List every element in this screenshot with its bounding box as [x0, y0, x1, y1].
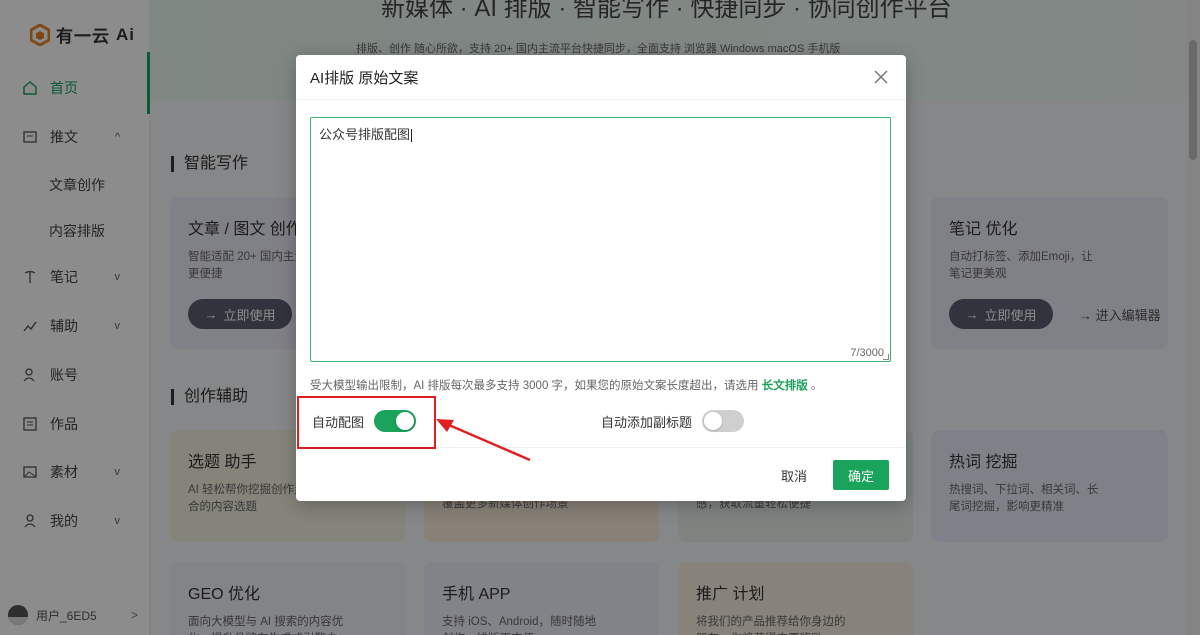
- source-text-input[interactable]: 公众号排版配图 7/3000: [310, 117, 891, 362]
- text-cursor: [411, 129, 413, 143]
- resize-handle-icon[interactable]: [883, 354, 889, 360]
- cancel-button[interactable]: 取消: [766, 460, 822, 490]
- auto-subtitle-toggle[interactable]: [702, 410, 745, 432]
- length-notice: 受大模型输出限制，AI 排版每次最多支持 3000 字，如果您的原始文案长度超出…: [310, 377, 822, 393]
- notice-text: 受大模型输出限制，AI 排版每次最多支持 3000 字，如果您的原始文案长度超出…: [310, 380, 762, 392]
- close-icon[interactable]: [872, 68, 890, 86]
- auto-subtitle-row: 自动添加副标题: [601, 410, 745, 432]
- auto-subtitle-label: 自动添加副标题: [601, 414, 693, 430]
- source-text-value: 公众号排版配图: [319, 127, 411, 142]
- confirm-button[interactable]: 确定: [833, 460, 889, 490]
- dialog-title: AI排版 原始文案: [296, 55, 906, 100]
- toggle-knob: [704, 412, 723, 430]
- annotation-highlight-box: [297, 396, 436, 449]
- char-count: 7/3000: [850, 347, 884, 359]
- long-text-layout-link[interactable]: 长文排版: [762, 380, 808, 392]
- notice-suffix: 。: [807, 380, 823, 392]
- annotation-arrow-icon: [436, 419, 531, 462]
